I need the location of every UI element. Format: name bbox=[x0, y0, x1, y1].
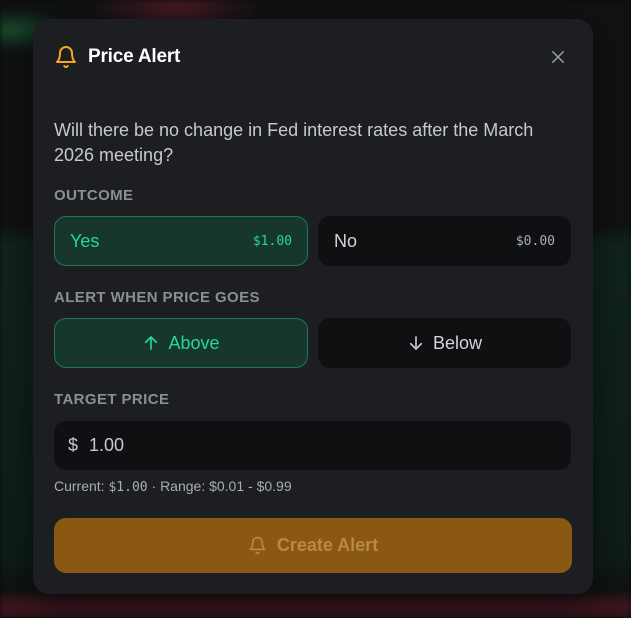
direction-above-label: Above bbox=[168, 332, 220, 353]
price-alert-modal: Price Alert Will there be no change in F… bbox=[33, 19, 593, 594]
close-icon bbox=[552, 51, 564, 63]
direction-label: ALERT WHEN PRICE GOES bbox=[54, 289, 260, 306]
create-alert-button[interactable]: Create Alert bbox=[54, 518, 572, 573]
direction-above-content: Above bbox=[55, 319, 307, 367]
arrow-up-icon bbox=[145, 336, 158, 350]
market-question: Will there be no change in Fed interest … bbox=[54, 120, 534, 165]
outcome-label: OUTCOME bbox=[54, 187, 134, 204]
target-price-value[interactable]: 1.00 bbox=[89, 435, 124, 456]
create-alert-label: Create Alert bbox=[276, 535, 379, 555]
outcome-no-button[interactable]: No $0.00 bbox=[318, 216, 571, 266]
bell-icon bbox=[249, 536, 266, 555]
modal-header: Price Alert bbox=[33, 19, 593, 97]
outcome-yes-label: Yes bbox=[70, 231, 100, 251]
outcome-yes-button[interactable]: Yes $1.00 bbox=[54, 216, 308, 266]
outcome-no-price: $0.00 bbox=[515, 234, 555, 249]
current-price-value: $1.00 bbox=[108, 480, 148, 495]
direction-below-content: Below bbox=[319, 319, 570, 367]
direction-below-button[interactable]: Below bbox=[318, 318, 571, 368]
close-button[interactable] bbox=[549, 48, 567, 66]
target-price-label: TARGET PRICE bbox=[54, 391, 170, 408]
arrow-down-icon bbox=[409, 336, 423, 350]
outcome-yes-price: $1.00 bbox=[252, 234, 292, 249]
bell-icon bbox=[54, 45, 78, 69]
direction-above-button[interactable]: Above bbox=[54, 318, 308, 368]
currency-symbol: $ bbox=[68, 435, 79, 455]
target-price-input[interactable]: $ 1.00 bbox=[54, 421, 571, 470]
price-range-text: Range: $0.01 - $0.99 bbox=[160, 478, 292, 494]
helper-separator: · bbox=[151, 478, 157, 494]
price-helper-text: Current: $1.00 · Range: $0.01 - $0.99 bbox=[54, 478, 292, 495]
modal-title: Price Alert bbox=[88, 46, 181, 67]
current-price-label: Current: bbox=[54, 478, 105, 494]
outcome-no-label: No bbox=[334, 231, 358, 251]
direction-below-label: Below bbox=[432, 332, 483, 353]
